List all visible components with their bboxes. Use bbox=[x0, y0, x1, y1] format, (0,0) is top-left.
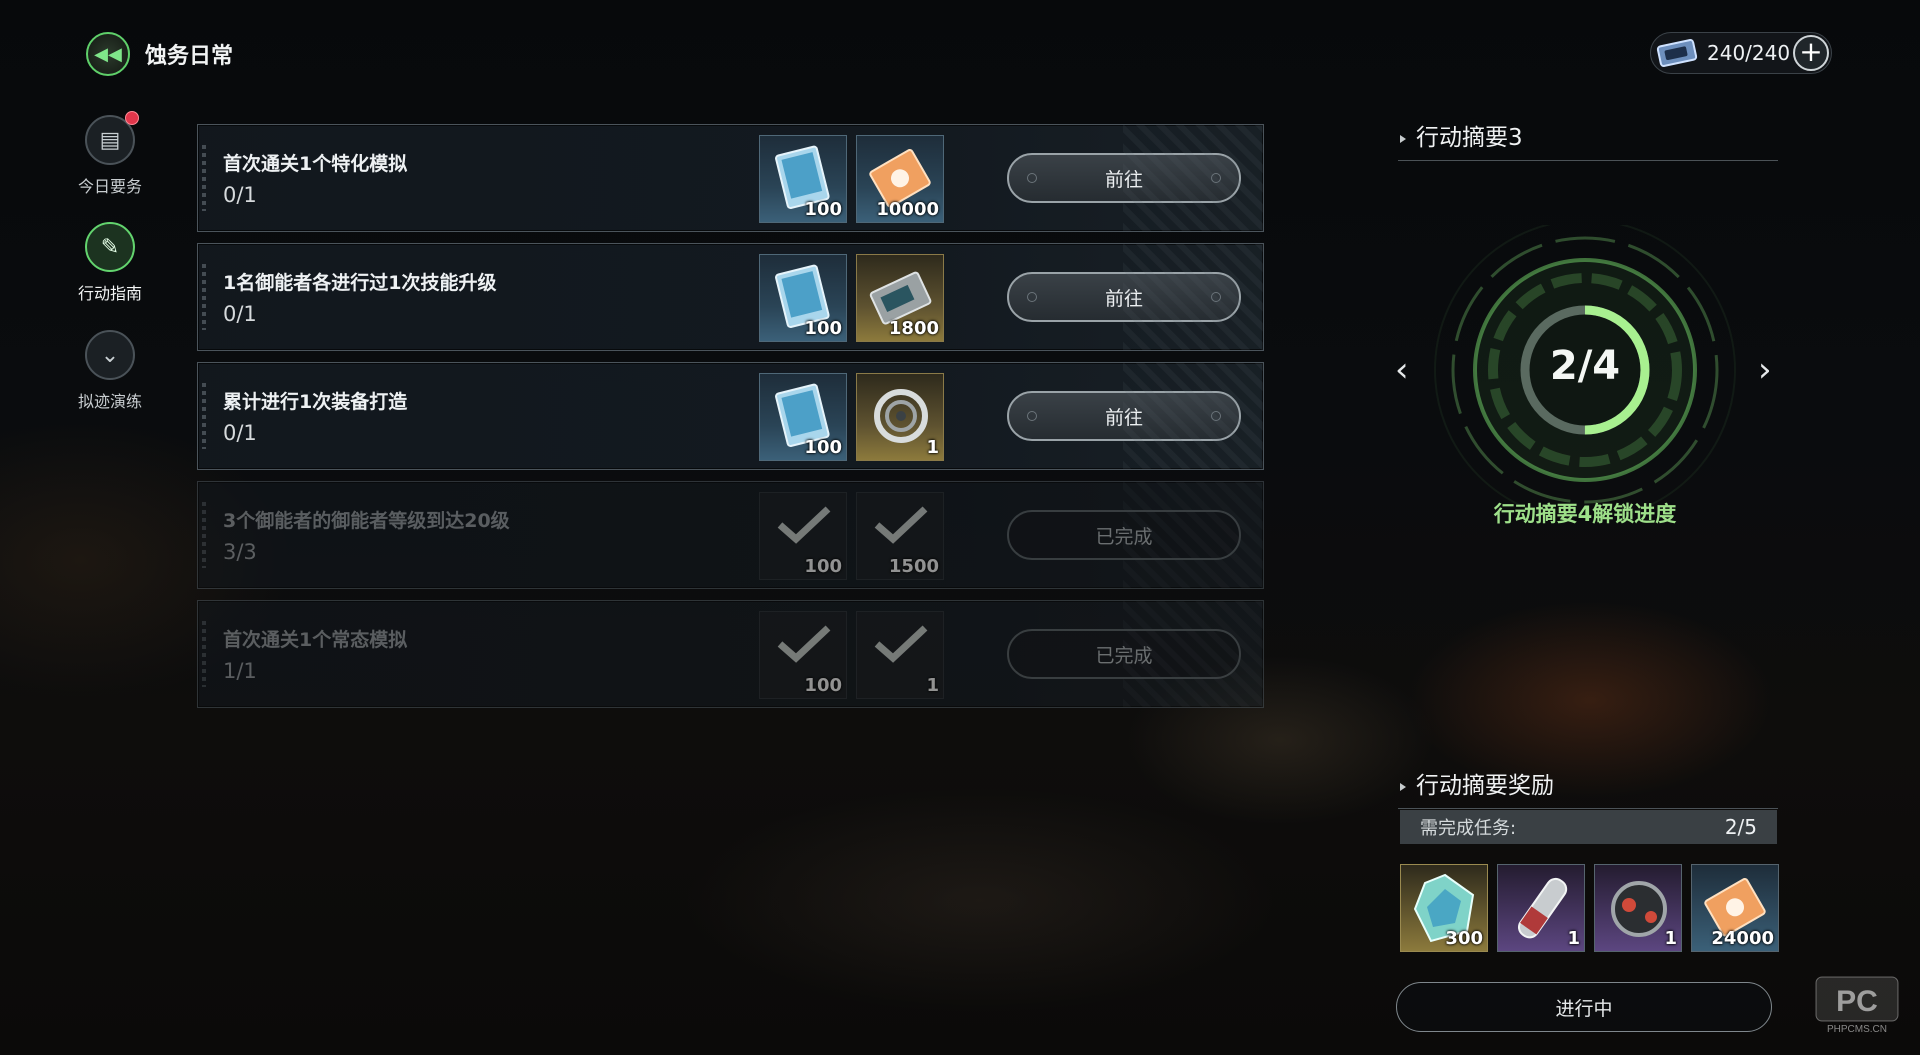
task-row: 累计进行1次装备打造 0/1 100 1 前往 bbox=[197, 362, 1264, 470]
task-row: 首次通关1个特化模拟 0/1 100 10000 前往 bbox=[197, 124, 1264, 232]
checkmark-icon bbox=[874, 625, 928, 663]
reward-count: 10000 bbox=[876, 199, 939, 220]
task-row: 1名御能者各进行过1次技能升级 0/1 100 1800 前往 bbox=[197, 243, 1264, 351]
button-dot bbox=[1027, 411, 1037, 421]
progress-ring: 2/4 bbox=[1425, 219, 1745, 521]
task-title: 累计进行1次装备打造 bbox=[223, 391, 408, 413]
reward-count: 1 bbox=[1664, 928, 1677, 949]
go-button-label: 前往 bbox=[1104, 168, 1143, 191]
task-title: 首次通关1个常态模拟 bbox=[223, 629, 408, 651]
guide-icon: ✎ bbox=[85, 222, 135, 272]
bonus-reward-item[interactable]: 300 bbox=[1400, 864, 1488, 952]
task-title: 3个御能者的御能者等级到达20级 bbox=[223, 510, 510, 532]
reward-item[interactable]: 1 bbox=[856, 373, 944, 461]
checkmark-icon bbox=[777, 506, 831, 544]
go-button[interactable]: 前往 bbox=[1007, 153, 1241, 203]
nav-item-daily[interactable]: ▤ 今日要务 bbox=[70, 111, 150, 197]
reward-count: 100 bbox=[804, 556, 842, 577]
unlock-caption: 行动摘要4解锁进度 bbox=[1493, 502, 1677, 526]
task-progress: 0/1 bbox=[223, 183, 257, 207]
in-progress-button[interactable]: 进行中 bbox=[1396, 982, 1772, 1032]
requirement-bar: 需完成任务: 2/5 bbox=[1400, 810, 1777, 844]
button-dot bbox=[1211, 173, 1221, 183]
reward-item[interactable]: 100 bbox=[759, 373, 847, 461]
go-button-label: 前往 bbox=[1104, 287, 1143, 310]
rewind-icon: ◀◀ bbox=[94, 43, 122, 65]
button-dot bbox=[1027, 292, 1037, 302]
reward-item-claimed: 100 bbox=[759, 492, 847, 580]
task-title: 1名御能者各进行过1次技能升级 bbox=[223, 272, 497, 294]
requirement-label: 需完成任务: bbox=[1420, 818, 1517, 839]
reward-count: 100 bbox=[804, 675, 842, 696]
notification-badge bbox=[125, 111, 139, 125]
reward-count: 1 bbox=[1567, 928, 1580, 949]
in-progress-label: 进行中 bbox=[1555, 997, 1613, 1020]
task-row-completed: 首次通关1个常态模拟 1/1 100 1 已完成 bbox=[197, 600, 1264, 708]
task-row-completed: 3个御能者的御能者等级到达20级 3/3 100 1500 已完成 bbox=[197, 481, 1264, 589]
go-button[interactable]: 前往 bbox=[1007, 272, 1241, 322]
completed-button: 已完成 bbox=[1007, 629, 1241, 679]
reward-count: 24000 bbox=[1711, 928, 1774, 949]
watermark-logo: PC PHPCMS.CN bbox=[1814, 975, 1900, 1035]
checkmark-icon bbox=[777, 625, 831, 663]
bonus-heading: 行动摘要奖励 bbox=[1398, 766, 1778, 809]
task-progress: 0/1 bbox=[223, 302, 257, 326]
task-progress: 0/1 bbox=[223, 421, 257, 445]
button-dot bbox=[1211, 292, 1221, 302]
nav-item-drill[interactable]: ⌄ 拟迹演练 bbox=[70, 330, 150, 412]
reward-count: 100 bbox=[804, 199, 842, 220]
page-title: 蚀务日常 bbox=[145, 44, 234, 69]
go-button[interactable]: 前往 bbox=[1007, 391, 1241, 441]
reward-item-claimed: 100 bbox=[759, 611, 847, 699]
reward-item-claimed: 1500 bbox=[856, 492, 944, 580]
reward-count: 100 bbox=[804, 318, 842, 339]
stamina-value: 240/240 bbox=[1707, 41, 1791, 65]
reward-count: 300 bbox=[1445, 928, 1483, 949]
reward-item[interactable]: 10000 bbox=[856, 135, 944, 223]
chevron-badge-icon: ⌄ bbox=[85, 330, 135, 380]
svg-text:PC: PC bbox=[1836, 985, 1878, 1018]
stamina-ticket-icon bbox=[1655, 38, 1701, 68]
summary-heading: 行动摘要3 bbox=[1398, 118, 1778, 161]
add-stamina-button[interactable]: + bbox=[1793, 35, 1829, 71]
reward-count: 1 bbox=[926, 675, 939, 696]
chevron-left-icon[interactable]: ‹ bbox=[1395, 350, 1409, 390]
bonus-reward-item[interactable]: 1 bbox=[1594, 864, 1682, 952]
summary-progress-text: 2/4 bbox=[1549, 343, 1621, 389]
reward-count: 1500 bbox=[888, 556, 939, 577]
watermark-text: PHPCMS.CN bbox=[1827, 1024, 1887, 1035]
button-dot bbox=[1027, 173, 1037, 183]
bonus-reward-item[interactable]: 24000 bbox=[1691, 864, 1779, 952]
bonus-reward-item[interactable]: 1 bbox=[1497, 864, 1585, 952]
completed-button: 已完成 bbox=[1007, 510, 1241, 560]
requirement-value: 2/5 bbox=[1724, 815, 1757, 839]
reward-item[interactable]: 100 bbox=[759, 135, 847, 223]
reward-item-claimed: 1 bbox=[856, 611, 944, 699]
go-button-label: 前往 bbox=[1104, 406, 1143, 429]
nav-item-label: 行动指南 bbox=[77, 284, 142, 303]
nav-item-guide[interactable]: ✎ 行动指南 bbox=[70, 222, 150, 304]
reward-item[interactable]: 1800 bbox=[856, 254, 944, 342]
reward-count: 1800 bbox=[888, 318, 939, 339]
reward-item[interactable]: 100 bbox=[759, 254, 847, 342]
back-button[interactable]: ◀◀ bbox=[86, 32, 130, 76]
button-dot bbox=[1211, 411, 1221, 421]
calendar-icon: ▤ bbox=[85, 111, 139, 165]
completed-label: 已完成 bbox=[1095, 644, 1153, 667]
completed-label: 已完成 bbox=[1095, 525, 1153, 548]
reward-count: 100 bbox=[804, 437, 842, 458]
task-progress: 1/1 bbox=[223, 659, 257, 683]
reward-count: 1 bbox=[926, 437, 939, 458]
summary-heading-text: 行动摘要3 bbox=[1398, 125, 1523, 151]
bonus-heading-text: 行动摘要奖励 bbox=[1398, 773, 1554, 799]
chevron-right-icon[interactable]: › bbox=[1758, 350, 1772, 390]
task-title: 首次通关1个特化模拟 bbox=[223, 153, 408, 175]
plus-icon: + bbox=[1799, 35, 1823, 68]
checkmark-icon bbox=[874, 506, 928, 544]
nav-item-label: 今日要务 bbox=[77, 177, 142, 196]
nav-item-label: 拟迹演练 bbox=[77, 392, 142, 411]
stamina-counter: 240/240 + bbox=[1650, 32, 1832, 74]
task-progress: 3/3 bbox=[223, 540, 257, 564]
